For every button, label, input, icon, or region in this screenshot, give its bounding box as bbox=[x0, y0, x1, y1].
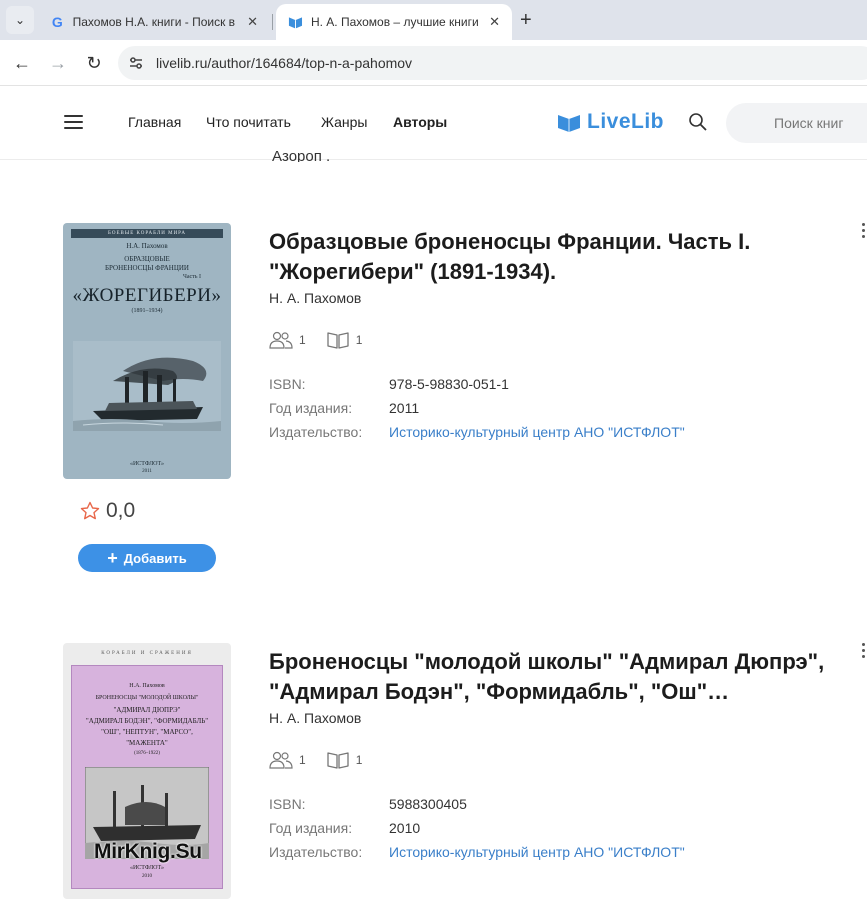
add-button-label: Добавить bbox=[123, 550, 187, 566]
cover-author: Н.А. Пахомов bbox=[126, 242, 168, 250]
cover-series: КОРАБЛИ И СРАЖЕНИЯ bbox=[101, 651, 193, 656]
tab-title: Н. А. Пахомов – лучшие книги bbox=[310, 15, 479, 29]
book-icon bbox=[327, 752, 349, 769]
browser-tab-google[interactable]: G Пахомов Н.А. книги - Поиск в Google ✕ bbox=[38, 4, 270, 40]
plus-icon: + bbox=[107, 548, 118, 568]
year-label: Год издания: bbox=[269, 400, 353, 416]
book-cover[interactable]: БОЕВЫЕ КОРАБЛИ МИРА Н.А. Пахомов ОБРАЗЦО… bbox=[63, 223, 231, 479]
reload-button[interactable]: ↻ bbox=[82, 51, 106, 75]
reviews-count: 1 bbox=[355, 753, 363, 767]
rating-value: 0,0 bbox=[106, 499, 136, 522]
more-options-icon[interactable] bbox=[862, 643, 866, 661]
year-value: 2010 bbox=[389, 820, 421, 836]
readers-count: 1 bbox=[299, 753, 306, 767]
book-icon bbox=[327, 332, 349, 349]
readers-count: 1 bbox=[299, 333, 306, 347]
cover-publisher: «ИСТФЛОТ» bbox=[129, 461, 165, 467]
cover-line: БРОНЕНОСЦЫ ФРАНЦИИ bbox=[105, 264, 189, 272]
search-placeholder: Поиск книг bbox=[774, 115, 844, 131]
readers-icon bbox=[269, 751, 293, 769]
chevron-down-icon: ⌄ bbox=[14, 13, 26, 27]
add-book-button[interactable]: + Добавить bbox=[78, 544, 216, 572]
reviews-count: 1 bbox=[355, 333, 363, 347]
cover-years: (1876–1922) bbox=[134, 751, 160, 756]
rating[interactable]: 0,0 bbox=[80, 499, 135, 523]
browser-tab-strip: ⌄ G Пахомов Н.А. книги - Поиск в Google … bbox=[0, 0, 867, 40]
cover-year: 2011 bbox=[142, 469, 152, 474]
nav-link-authors[interactable]: Авторы bbox=[393, 114, 447, 130]
nav-link-home[interactable]: Главная bbox=[128, 114, 181, 130]
book-title[interactable]: Броненосцы "молодой школы" "Адмирал Дюпр… bbox=[269, 647, 859, 707]
cover-series: БОЕВЫЕ КОРАБЛИ МИРА bbox=[71, 229, 223, 238]
search-input[interactable]: Поиск книг bbox=[726, 103, 867, 143]
logo-text: LiveLib bbox=[587, 110, 665, 133]
cover-author: Н.А. Пахомов bbox=[129, 683, 165, 689]
cover-year: 2010 bbox=[142, 874, 152, 879]
publisher-label: Издательство: bbox=[269, 844, 363, 860]
cover-line: "АДМИРАЛ ДЮПРЭ" bbox=[113, 706, 181, 714]
cover-title: «ЖОРЕГИБЕРИ» bbox=[72, 285, 222, 306]
cover-line: "МАЖЕНТА" bbox=[126, 739, 168, 747]
isbn-label: ISBN: bbox=[269, 376, 306, 392]
google-icon: G bbox=[51, 14, 63, 30]
isbn-value: 5988300405 bbox=[389, 796, 467, 812]
cover-line: "АДМИРАЛ БОДЭН", "ФОРМИДАБЛЬ" bbox=[85, 717, 209, 725]
year-value: 2011 bbox=[389, 400, 420, 416]
address-input[interactable]: livelib.ru/author/164684/top-n-a-pahomov bbox=[118, 46, 867, 80]
back-button[interactable]: ← bbox=[10, 51, 34, 75]
tab-divider bbox=[272, 14, 273, 30]
publisher-label: Издательство: bbox=[269, 424, 363, 440]
livelib-logo-icon bbox=[558, 115, 580, 132]
new-tab-button[interactable]: + bbox=[520, 9, 532, 31]
menu-icon[interactable] bbox=[64, 115, 83, 129]
site-logo[interactable]: LiveLib bbox=[557, 110, 664, 134]
book-stats: 1 1 bbox=[269, 751, 382, 769]
more-options-icon[interactable] bbox=[862, 223, 866, 241]
ship-illustration bbox=[73, 341, 221, 431]
publisher-link[interactable]: Историко-культурный центр АНО "ИСТФЛОТ" bbox=[389, 844, 685, 860]
cover-line: БРОНЕНОСЦЫ "МОЛОДОЙ ШКОЛЫ" bbox=[95, 695, 199, 701]
livelib-icon bbox=[288, 17, 303, 29]
cover-publisher: «ИСТФЛОТ» bbox=[129, 865, 165, 871]
url-text: livelib.ru/author/164684/top-n-a-pahomov bbox=[156, 55, 413, 71]
close-icon[interactable]: ✕ bbox=[247, 14, 258, 30]
tab-title: Пахомов Н.А. книги - Поиск в Google bbox=[72, 15, 237, 29]
cover-line: "ОШ", "НЕПТУН", "МАРСО", bbox=[101, 728, 193, 736]
isbn-label: ISBN: bbox=[269, 796, 306, 812]
year-label: Год издания: bbox=[269, 820, 353, 836]
cover-years: (1891–1934) bbox=[131, 308, 163, 314]
publisher-link[interactable]: Историко-культурный центр АНО "ИСТФЛОТ" bbox=[389, 424, 685, 440]
watermark-text: MirKnig.Su bbox=[94, 840, 202, 863]
search-icon[interactable] bbox=[688, 112, 708, 132]
site-header: Главная Что почитать Жанры Авторы LiveLi… bbox=[0, 86, 867, 160]
cover-line: Часть I bbox=[182, 274, 202, 280]
browser-tab-livelib[interactable]: Н. А. Пахомов – лучшие книги ✕ bbox=[276, 4, 512, 40]
isbn-value: 978-5-98830-051-1 bbox=[389, 376, 509, 392]
readers-icon bbox=[269, 331, 293, 349]
close-icon[interactable]: ✕ bbox=[489, 14, 500, 30]
cover-line: ОБРАЗЦОВЫЕ bbox=[124, 255, 170, 263]
tab-search-button[interactable]: ⌄ bbox=[6, 6, 34, 34]
address-bar-row: ← → ↻ livelib.ru/author/164684/top-n-a-p… bbox=[0, 40, 867, 86]
book-author[interactable]: Н. А. Пахомов bbox=[269, 290, 361, 306]
book-title[interactable]: Образцовые броненосцы Франции. Часть I. … bbox=[269, 227, 859, 287]
forward-button[interactable]: → bbox=[46, 51, 70, 75]
star-icon bbox=[80, 501, 100, 520]
book-stats: 1 1 bbox=[269, 331, 382, 349]
site-settings-icon[interactable] bbox=[128, 55, 144, 71]
book-author[interactable]: Н. А. Пахомов bbox=[269, 710, 361, 726]
previous-item-text: Азороп . bbox=[272, 148, 331, 162]
nav-link-what-to-read[interactable]: Что почитать bbox=[206, 114, 291, 130]
nav-link-genres[interactable]: Жанры bbox=[321, 114, 367, 130]
